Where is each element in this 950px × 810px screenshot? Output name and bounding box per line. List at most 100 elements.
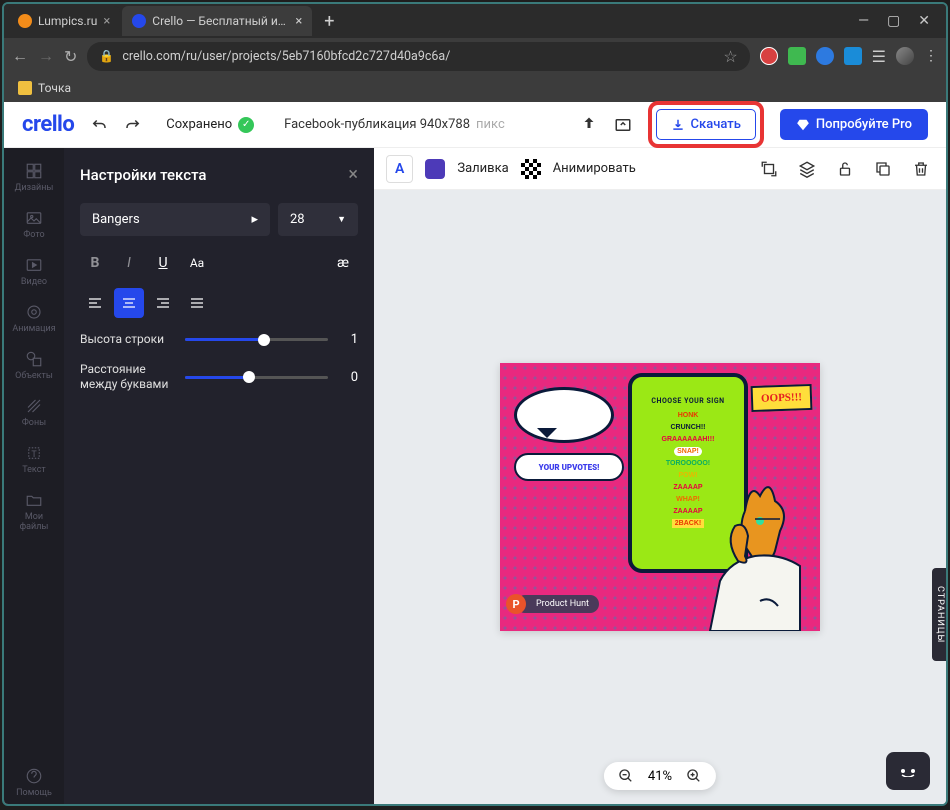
tab-title: Crello — Бесплатный инструмен	[152, 14, 289, 28]
rail-text[interactable]: T Текст	[10, 438, 58, 481]
bookmark-folder-icon	[18, 81, 32, 95]
extension-icon[interactable]	[760, 47, 778, 65]
logo[interactable]: crello	[22, 112, 74, 137]
browser-tab-inactive[interactable]: Lumpics.ru ×	[8, 6, 120, 36]
maximize-icon[interactable]: ▢	[887, 13, 900, 29]
tab-favicon	[18, 14, 32, 28]
rail-designs[interactable]: Дизайны	[10, 156, 58, 199]
lock-icon: 🔒	[99, 49, 114, 63]
close-icon[interactable]: ×	[295, 14, 302, 29]
line-height-slider[interactable]	[185, 338, 328, 341]
extension-icon[interactable]	[816, 47, 834, 65]
align-justify-button[interactable]	[182, 288, 212, 318]
bold-button[interactable]: B	[80, 248, 110, 278]
resize-icon[interactable]	[614, 116, 632, 134]
close-icon[interactable]: ×	[348, 164, 358, 185]
pages-tab[interactable]: СТРАНИЦЫ	[932, 568, 946, 661]
canvas-viewport[interactable]: YOUR UPVOTES! OOPS!!! CHOOSE YOUR SIGN H…	[374, 190, 946, 804]
forward-icon[interactable]: →	[38, 46, 54, 66]
share-icon[interactable]	[580, 116, 598, 134]
align-right-button[interactable]	[148, 288, 178, 318]
try-pro-button[interactable]: Попробуйте Pro	[780, 109, 928, 140]
menu-icon[interactable]: ⋮	[924, 48, 938, 64]
letter-spacing-slider[interactable]	[185, 376, 328, 379]
text-settings-panel: Настройки текста × Bangers ▸ 28 ▼ B I	[64, 148, 374, 804]
star-icon[interactable]: ☆	[723, 47, 737, 66]
minimize-icon[interactable]: —	[858, 13, 869, 29]
panel-title: Настройки текста	[80, 166, 207, 184]
url-input[interactable]: 🔒 crello.com/ru/user/projects/5eb7160bfc…	[87, 42, 749, 71]
underline-button[interactable]: U	[148, 248, 178, 278]
redo-icon[interactable]	[124, 116, 142, 134]
rail-help[interactable]: Помощь	[10, 761, 58, 804]
document-name[interactable]: Facebook-публикация 940x788 пикс	[284, 117, 505, 132]
diamond-icon	[796, 118, 810, 132]
zoom-in-icon[interactable]	[686, 768, 702, 784]
ligature-button[interactable]: æ	[328, 248, 358, 278]
case-button[interactable]: Aa	[182, 248, 212, 278]
download-icon	[671, 118, 685, 132]
font-size-select[interactable]: 28 ▼	[278, 203, 358, 236]
sidebar-rail: Дизайны Фото Видео Анимация Объекты	[4, 148, 64, 804]
tab-title: Lumpics.ru	[38, 14, 97, 28]
rail-video[interactable]: Видео	[10, 250, 58, 293]
font-family-select[interactable]: Bangers ▸	[80, 203, 270, 236]
letter-spacing-value: 0	[338, 370, 358, 385]
rail-objects[interactable]: Объекты	[10, 344, 58, 387]
chat-icon[interactable]	[886, 752, 930, 790]
highlight-annotation: Скачать	[648, 101, 764, 148]
text-color-button[interactable]: A	[386, 155, 413, 183]
extension-icon[interactable]	[844, 47, 862, 65]
rail-backgrounds[interactable]: Фоны	[10, 391, 58, 434]
saved-check-icon: ✓	[238, 117, 254, 133]
duplicate-icon[interactable]	[870, 156, 896, 182]
align-center-button[interactable]	[114, 288, 144, 318]
effects-icon[interactable]	[756, 156, 782, 182]
product-hunt-badge-icon: P	[506, 594, 526, 614]
transparency-button[interactable]	[521, 159, 541, 179]
speech-bubble-empty	[514, 387, 614, 443]
rail-my-files[interactable]: Мои файлы	[10, 485, 58, 538]
italic-button[interactable]: I	[114, 248, 144, 278]
url-bar: ← → ↻ 🔒 crello.com/ru/user/projects/5eb7…	[4, 38, 946, 74]
new-tab-button[interactable]: +	[314, 11, 344, 32]
animate-button[interactable]: Анимировать	[553, 161, 636, 176]
download-button[interactable]: Скачать	[656, 109, 756, 140]
zoom-out-icon[interactable]	[618, 768, 634, 784]
oops-bubble: OOPS!!!	[751, 384, 813, 412]
undo-icon[interactable]	[90, 116, 108, 134]
bookmarks-bar: Точка	[4, 74, 946, 102]
doc-unit: пикс	[476, 117, 505, 132]
rail-photo[interactable]: Фото	[10, 203, 58, 246]
align-left-button[interactable]	[80, 288, 110, 318]
avatar[interactable]	[896, 47, 914, 65]
svg-text:T: T	[31, 450, 37, 460]
lock-icon[interactable]	[832, 156, 858, 182]
app-header: crello Сохранено ✓ Facebook-публикация 9…	[4, 102, 946, 148]
close-icon[interactable]: ✕	[918, 13, 930, 29]
rail-animation[interactable]: Анимация	[10, 297, 58, 340]
artboard[interactable]: YOUR UPVOTES! OOPS!!! CHOOSE YOUR SIGN H…	[500, 363, 820, 631]
line-height-label: Высота строки	[80, 332, 175, 348]
back-icon[interactable]: ←	[12, 46, 28, 66]
layers-icon[interactable]	[794, 156, 820, 182]
fill-label[interactable]: Заливка	[457, 161, 508, 176]
reload-icon[interactable]: ↻	[64, 47, 77, 66]
extension-icon[interactable]: ☰	[872, 47, 886, 66]
line-height-value: 1	[338, 332, 358, 347]
browser-titlebar: Lumpics.ru × Crello — Бесплатный инструм…	[4, 4, 946, 38]
chevron-right-icon: ▸	[251, 212, 258, 227]
extension-icon[interactable]	[788, 47, 806, 65]
canvas-toolbar: A Заливка Анимировать	[374, 148, 946, 190]
bookmark-item[interactable]: Точка	[38, 81, 71, 95]
browser-tab-active[interactable]: Crello — Бесплатный инструмен ×	[122, 6, 312, 36]
zoom-value[interactable]: 41%	[648, 769, 672, 784]
fill-swatch[interactable]	[425, 159, 445, 179]
delete-icon[interactable]	[908, 156, 934, 182]
speech-bubble-upvotes: YOUR UPVOTES!	[514, 453, 624, 481]
chevron-down-icon: ▼	[337, 214, 346, 225]
zoom-control: 41%	[604, 762, 716, 790]
product-hunt-label: P Product Hunt	[516, 595, 599, 613]
close-icon[interactable]: ×	[103, 14, 110, 29]
phone-header-text: CHOOSE YOUR SIGN	[640, 397, 736, 405]
